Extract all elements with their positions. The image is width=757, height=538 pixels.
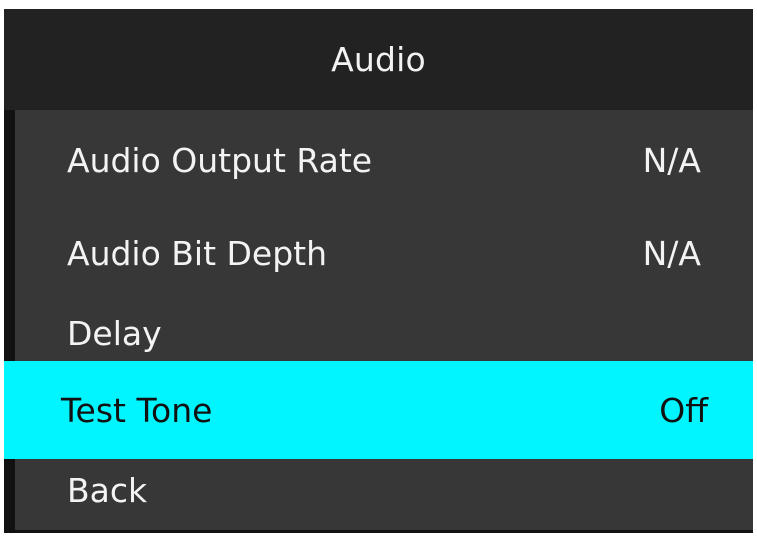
menu-item-value: Off: [659, 390, 708, 430]
menu-item-value: N/A: [642, 141, 701, 180]
menu-item-label: Audio Output Rate: [67, 141, 373, 180]
menu-item-label: Delay: [67, 313, 162, 353]
page-title: Audio: [331, 40, 426, 79]
menu-item-delay[interactable]: Delay: [15, 295, 753, 371]
menu-item-back[interactable]: Back: [15, 450, 753, 530]
audio-menu-list: Audio Output Rate N/A Audio Bit Depth N/…: [4, 110, 753, 530]
menu-item-label: Test Tone: [61, 390, 213, 430]
menu-item-value: N/A: [642, 233, 701, 273]
menu-item-label: Audio Bit Depth: [67, 233, 328, 273]
menu-item-label: Back: [67, 470, 148, 510]
menu-item-audio-output-rate[interactable]: Audio Output Rate N/A: [15, 110, 753, 211]
audio-settings-screen: Audio Audio Output Rate N/A Audio Bit De…: [4, 9, 753, 533]
menu-item-test-tone-selected[interactable]: Test Tone Off: [4, 361, 753, 459]
title-bar: Audio: [4, 9, 753, 110]
menu-item-audio-bit-depth[interactable]: Audio Bit Depth N/A: [15, 211, 753, 295]
